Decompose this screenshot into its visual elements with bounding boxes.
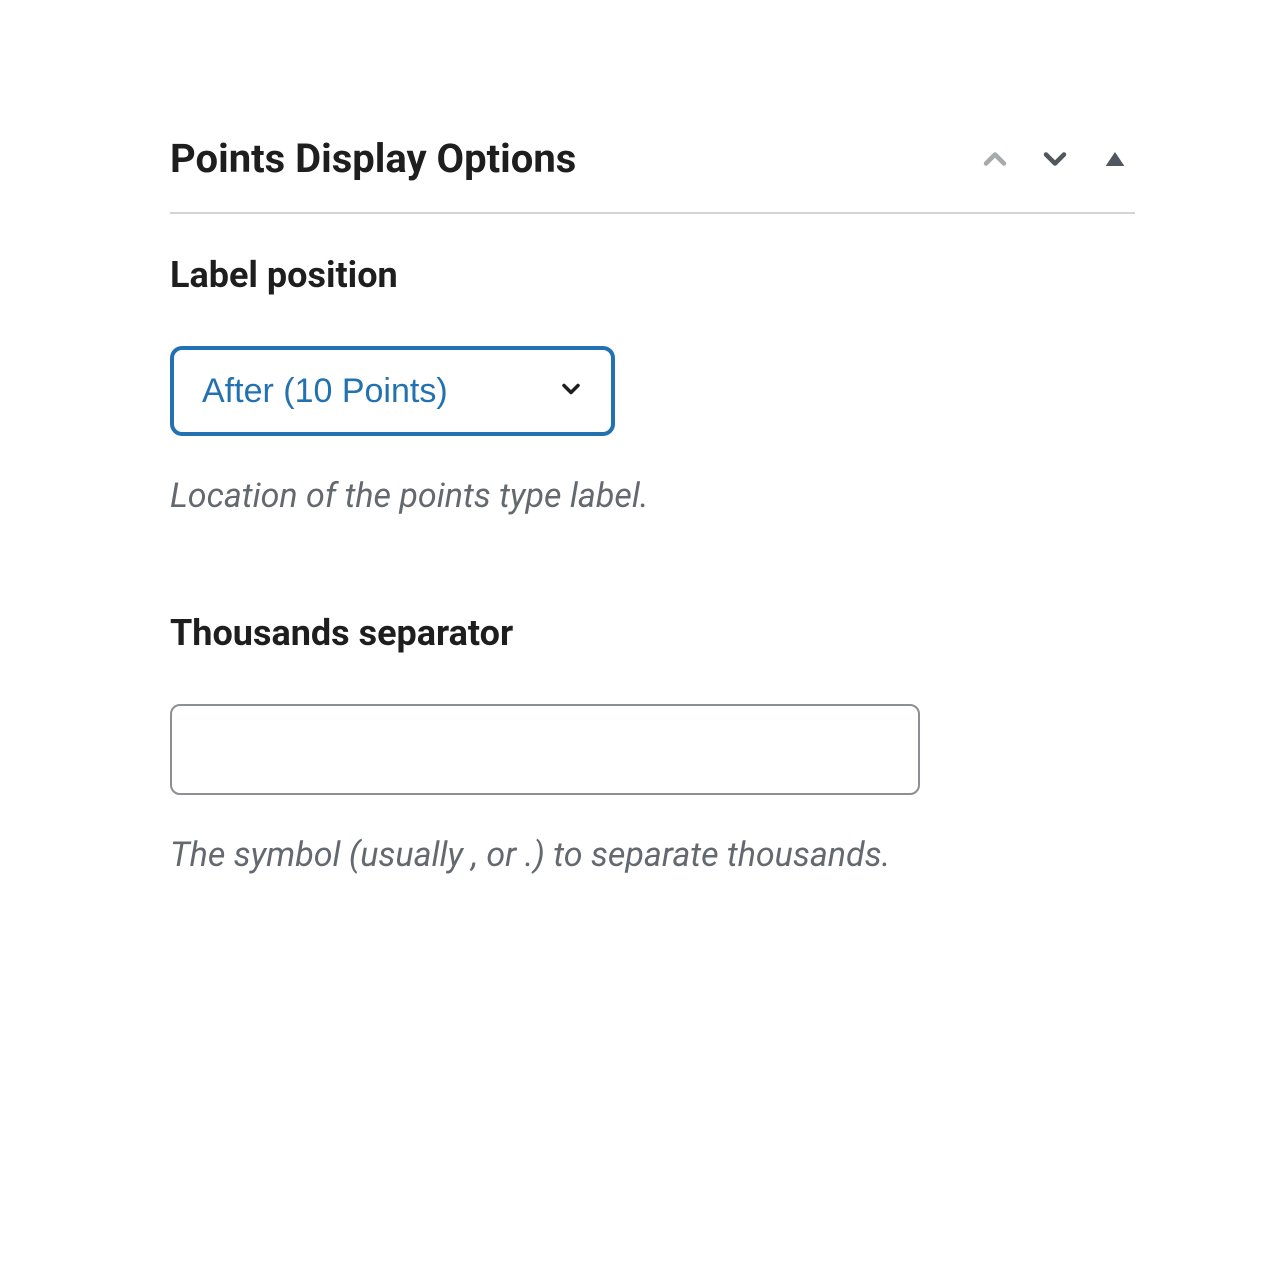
collapse-icon[interactable] — [1095, 139, 1135, 179]
label-position-field: Label position After (10 Points) Locatio… — [170, 254, 1135, 522]
thousands-separator-description: The symbol (usually , or .) to separate … — [170, 830, 920, 881]
panel-controls — [975, 139, 1135, 179]
thousands-separator-field: Thousands separator The symbol (usually … — [170, 612, 1135, 881]
label-position-description: Location of the points type label. — [170, 471, 920, 522]
label-position-select-wrapper: After (10 Points) — [170, 346, 615, 436]
panel-title: Points Display Options — [170, 135, 576, 182]
panel-header: Points Display Options — [170, 135, 1135, 214]
label-position-select[interactable]: After (10 Points) — [170, 346, 615, 436]
thousands-separator-label: Thousands separator — [170, 612, 1135, 654]
label-position-label: Label position — [170, 254, 1135, 296]
move-up-icon[interactable] — [975, 139, 1015, 179]
move-down-icon[interactable] — [1035, 139, 1075, 179]
thousands-separator-input[interactable] — [170, 704, 920, 795]
